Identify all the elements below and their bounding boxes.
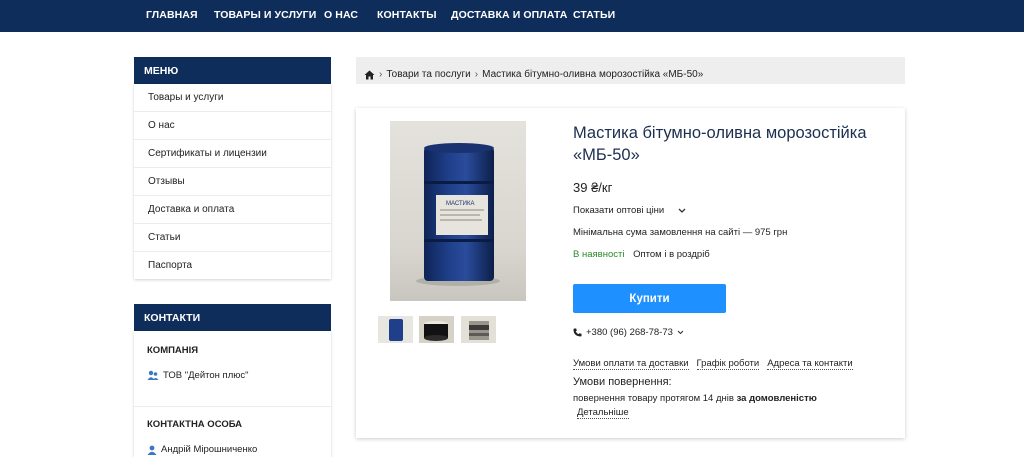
nav-contacts[interactable]: КОНТАКТЫ (377, 9, 437, 21)
phone-number[interactable]: +380 (96) 268-78-73 (586, 327, 673, 338)
drum-image: МАСТИКА (416, 143, 500, 286)
product-card: МАСТИКА Мастика бітумно-оливна морозості… (356, 108, 905, 438)
nav-about[interactable]: О НАС (324, 9, 358, 21)
breadcrumb-products[interactable]: Товари та послуги (386, 69, 470, 80)
return-policy-condition: за домовленістю (736, 393, 817, 404)
breadcrumb-separator: › (379, 69, 383, 80)
wholesale-prices-toggle[interactable]: Показати оптові ціни (573, 205, 686, 216)
company-row: ТОВ "Дейтон плюс" (147, 370, 249, 381)
nav-articles[interactable]: СТАТЬИ (573, 9, 615, 21)
nav-home[interactable]: ГЛАВНАЯ (146, 9, 198, 21)
wholesale-prices-label[interactable]: Показати оптові ціни (573, 205, 664, 216)
phone-row[interactable]: +380 (96) 268-78-73 (573, 327, 684, 338)
address-contacts-link[interactable]: Адреса та контакти (767, 358, 853, 370)
sidebar-item-about[interactable]: О нас (134, 112, 331, 140)
top-navigation: ГЛАВНАЯ ТОВАРЫ И УСЛУГИ О НАС КОНТАКТЫ Д… (0, 0, 1024, 32)
breadcrumb: › Товари та послуги › Мастика бітумно-ол… (356, 57, 905, 84)
chevron-down-icon[interactable] (678, 208, 686, 214)
phone-icon (573, 328, 582, 337)
availability-row: В наявності Оптом і в роздріб (573, 249, 710, 260)
breadcrumb-current: Мастика бітумно-оливна морозостійка «МБ-… (482, 69, 704, 80)
product-thumbnail-3[interactable] (461, 316, 496, 343)
sidebar-item-delivery[interactable]: Доставка и оплата (134, 196, 331, 224)
contacts-divider (134, 406, 331, 407)
sidebar-item-certificates[interactable]: Сертификаты и лицензии (134, 140, 331, 168)
schedule-link[interactable]: Графік роботи (696, 358, 760, 370)
payment-delivery-link[interactable]: Умови оплати та доставки (573, 358, 689, 370)
details-link[interactable]: Детальніше (577, 407, 629, 419)
product-title: Мастика бітумно-оливна морозостійка «МБ-… (573, 124, 867, 164)
product-price: 39 ₴/кг (573, 180, 613, 195)
contacts-panel: КОМПАНІЯ ТОВ "Дейтон плюс" КОНТАКТНА ОСО… (134, 331, 331, 457)
company-label: КОМПАНІЯ (147, 345, 199, 356)
contact-person-name: Андрій Мірошниченко (161, 444, 258, 455)
company-name[interactable]: ТОВ "Дейтон плюс" (163, 370, 249, 381)
contact-person-row: Андрій Мірошниченко (147, 444, 257, 455)
menu-heading: МЕНЮ (134, 57, 331, 84)
nav-products[interactable]: ТОВАРЫ И УСЛУГИ (214, 9, 316, 21)
availability-status: В наявності (573, 249, 625, 260)
return-policy-period: повернення товару протягом 14 днів (573, 393, 734, 404)
return-policy-title: Умови повернення: (573, 376, 672, 388)
breadcrumb-separator: › (474, 69, 479, 80)
return-policy-text: повернення товару протягом 14 днів за до… (573, 393, 817, 404)
contact-person-label: КОНТАКТНА ОСОБА (147, 419, 243, 430)
chevron-down-icon[interactable] (677, 330, 684, 335)
minimum-order-note: Мінімальна сума замовлення на сайті — 97… (573, 227, 788, 238)
sidebar-item-products[interactable]: Товары и услуги (134, 84, 331, 112)
sidebar-item-passports[interactable]: Паспорта (134, 252, 331, 280)
sidebar-item-articles[interactable]: Статьи (134, 224, 331, 252)
company-icon (147, 370, 159, 380)
contacts-heading: КОНТАКТИ (134, 304, 331, 331)
sidebar-menu: Товары и услуги О нас Сертификаты и лице… (134, 84, 331, 279)
product-thumbnail-2[interactable] (419, 316, 454, 343)
sale-type: Оптом і в роздріб (633, 249, 710, 260)
product-main-photo[interactable]: МАСТИКА (390, 121, 526, 301)
info-links: Умови оплати та доставки Графік роботи А… (573, 358, 853, 370)
person-icon (147, 445, 157, 455)
drum-label-text: МАСТИКА (446, 201, 474, 207)
buy-button[interactable]: Купити (573, 284, 726, 313)
sidebar-item-reviews[interactable]: Отзывы (134, 168, 331, 196)
home-icon[interactable] (364, 70, 375, 80)
nav-delivery[interactable]: ДОСТАВКА И ОПЛАТА (451, 9, 567, 21)
product-thumbnail-1[interactable] (378, 316, 413, 343)
